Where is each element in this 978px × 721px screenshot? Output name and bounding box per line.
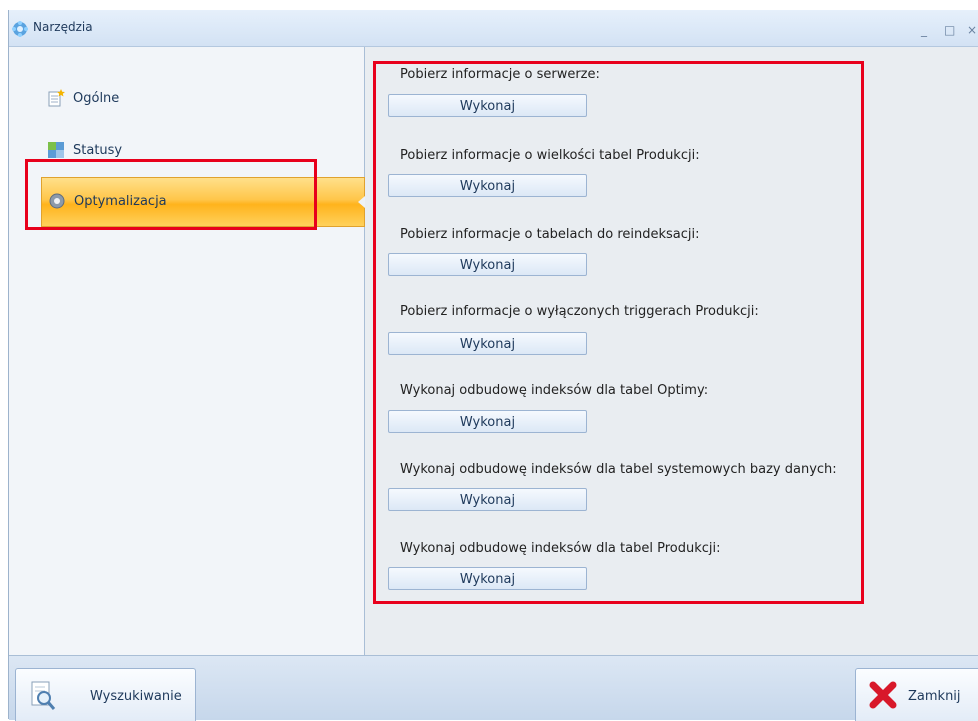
sidebar-item-label: Ogólne: [73, 91, 120, 106]
sidebar-item-label: Statusy: [73, 143, 123, 158]
maximize-button[interactable]: □: [944, 24, 955, 36]
highlight-frame-tasks: [373, 61, 864, 604]
highlight-frame-sidebar: [25, 159, 317, 230]
minimize-button[interactable]: _: [921, 24, 927, 36]
search-button[interactable]: Wyszukiwanie: [15, 668, 196, 721]
close-window-button[interactable]: ×: [967, 24, 977, 36]
search-button-label: Wyszukiwanie: [90, 689, 182, 704]
window-title: Narzędzia: [33, 20, 93, 34]
close-button[interactable]: Zamknij: [855, 668, 978, 721]
sidebar: Ogólne Statusy Optymalizacja: [9, 47, 365, 655]
status-icon: [48, 142, 64, 158]
document-icon: [48, 89, 65, 107]
title-bar: Narzędzia _ □ ×: [9, 10, 978, 47]
bottom-bar: Wyszukiwanie Zamknij: [9, 655, 978, 721]
tools-app-icon: [12, 21, 28, 37]
sidebar-item-ogolne[interactable]: Ogólne: [41, 75, 363, 123]
magnifier-document-icon: [31, 681, 56, 710]
red-x-icon: [869, 681, 897, 709]
close-button-label: Zamknij: [908, 689, 961, 704]
active-item-pointer: [358, 196, 365, 208]
